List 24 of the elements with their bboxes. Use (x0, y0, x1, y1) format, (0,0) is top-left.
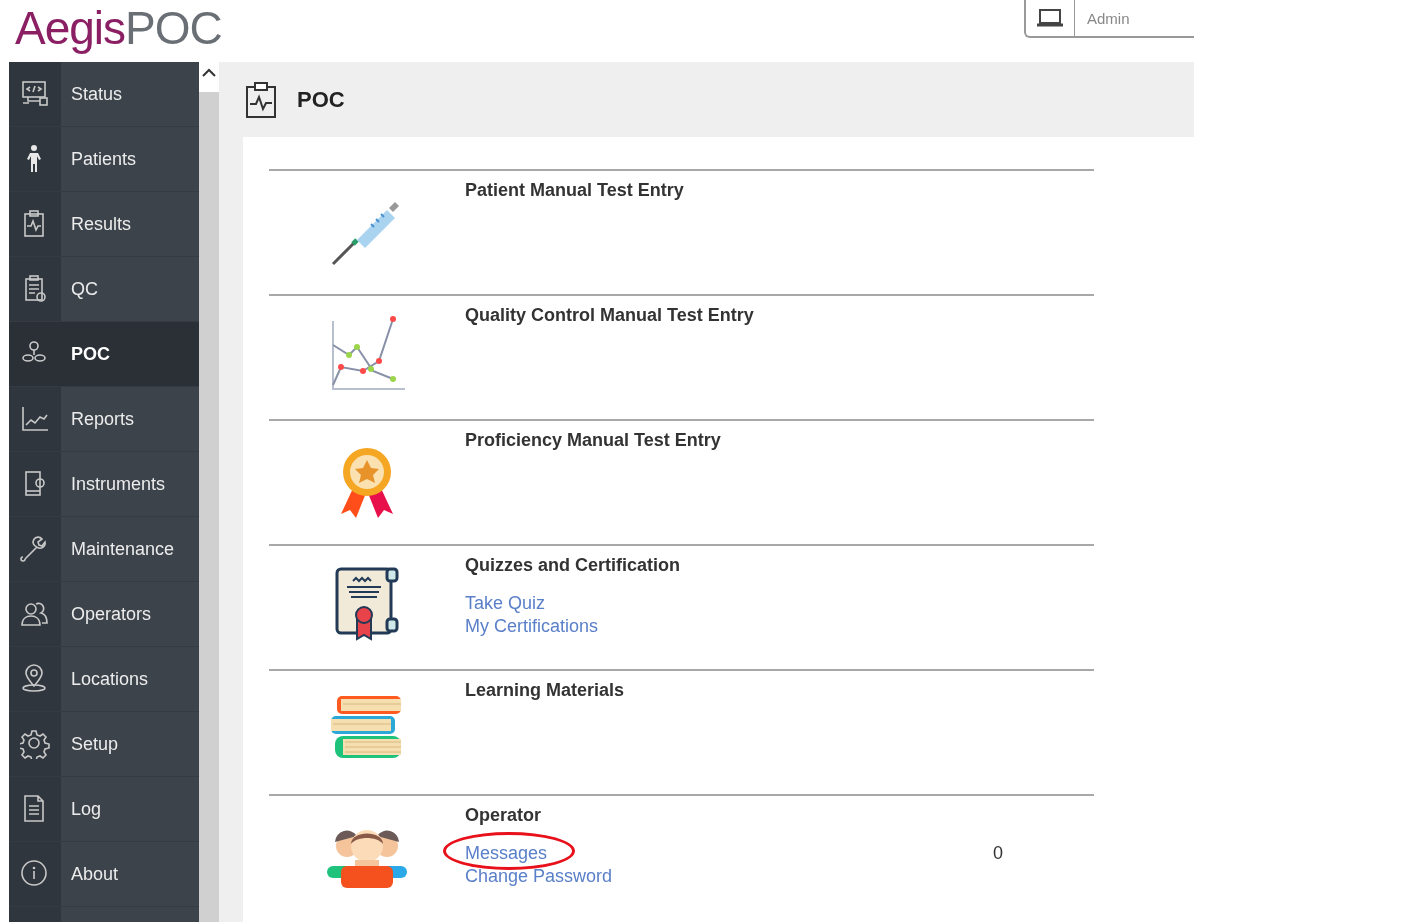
user-name: Admin (1087, 9, 1130, 27)
section-title: Operator (465, 805, 542, 826)
link[interactable]: My Certifications (465, 616, 599, 637)
link[interactable]: Messages (465, 843, 548, 864)
message-count: 0 (993, 843, 1003, 864)
section-title: Proficiency Manual Test Entry (465, 430, 721, 451)
section-title: Quality Control Manual Test Entry (465, 305, 754, 326)
nav-icon (20, 859, 50, 889)
nav-icon (20, 79, 50, 109)
link[interactable]: Take Quiz (465, 593, 546, 614)
nav-icon (20, 729, 50, 759)
user-box[interactable]: Admin (1024, 0, 1194, 38)
caret-up-icon[interactable] (202, 68, 216, 78)
sidebar-item[interactable]: POC (9, 322, 199, 387)
scrollbar[interactable] (199, 62, 219, 922)
logo-text: AegisPOC (15, 2, 222, 55)
section-title: Learning Materials (465, 680, 625, 701)
clipboard-pulse-icon (245, 80, 277, 119)
page-title: POC (297, 86, 345, 113)
section-title: Patient Manual Test Entry (465, 180, 684, 201)
nav-icon (20, 404, 50, 434)
laptop-icon (1037, 8, 1063, 28)
link[interactable]: Change Password (465, 866, 613, 887)
section-title: Quizzes and Certification (465, 555, 681, 576)
